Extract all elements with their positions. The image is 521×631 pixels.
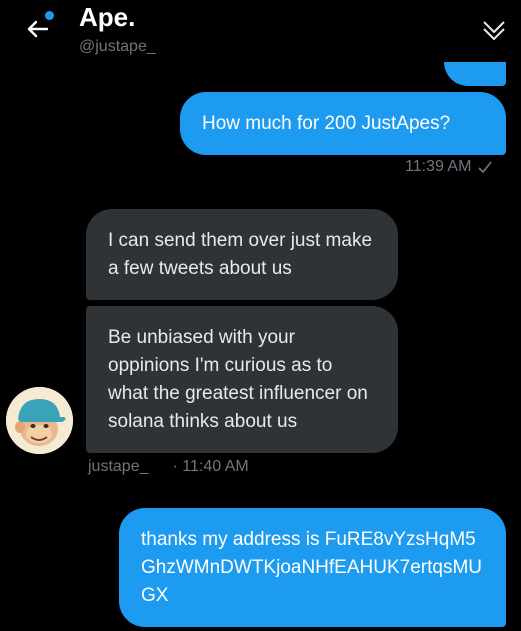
conversation-handle: @justape_ <box>79 38 156 55</box>
incoming-message[interactable]: I can send them over just make a few twe… <box>86 209 398 300</box>
sender-name[interactable]: justape_ <box>88 458 149 476</box>
arrow-left-icon <box>27 20 49 38</box>
outgoing-message[interactable]: How much for 200 JustApes? <box>180 92 506 155</box>
message-meta: justape_ · 11:40 AM <box>88 458 249 476</box>
conversation-header: Ape. @justape_ <box>0 0 521 66</box>
ape-avatar-image <box>6 387 73 454</box>
collapse-button[interactable] <box>478 14 510 46</box>
message-text: I can send them over just make a few twe… <box>108 229 373 279</box>
outgoing-message[interactable]: thanks my address is FuRE8vYzsHqM5GhzWMn… <box>119 508 506 627</box>
message-text: How much for 200 JustApes? <box>202 112 451 134</box>
previous-message-bubble <box>444 62 506 86</box>
chevron-double-down-icon <box>483 21 505 40</box>
avatar[interactable] <box>6 387 73 454</box>
message-time: · 11:40 AM <box>172 458 249 475</box>
message-text: thanks my address is FuRE8vYzsHqM5GhzWMn… <box>141 528 482 606</box>
conversation-title: Ape. <box>79 2 136 32</box>
check-icon <box>478 161 493 174</box>
message-text: Be unbiased with your oppinions I'm curi… <box>108 326 368 432</box>
message-meta: 11:39 AM <box>405 158 493 176</box>
unread-dot <box>45 11 54 20</box>
incoming-message[interactable]: Be unbiased with your oppinions I'm curi… <box>86 306 398 453</box>
message-time: 11:39 AM <box>405 158 472 175</box>
